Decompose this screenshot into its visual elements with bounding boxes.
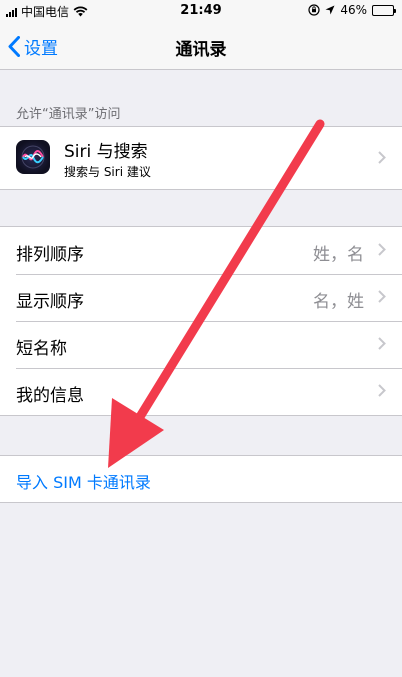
row-label: 短名称 <box>16 339 67 359</box>
location-arrow-icon <box>325 5 335 15</box>
import-sim-contacts-button[interactable]: 导入 SIM 卡通讯录 <box>16 469 151 493</box>
row-label: 我的信息 <box>16 386 84 406</box>
sort-order-row[interactable]: 排列顺序 姓，名 <box>0 227 402 274</box>
battery-percent: 46% <box>340 3 367 17</box>
settings-group: 排列顺序 姓，名 显示顺序 名，姓 短名称 我的信息 <box>0 226 402 416</box>
display-order-row[interactable]: 显示顺序 名，姓 <box>0 274 402 321</box>
navigation-bar: 设置 通讯录 <box>0 22 402 70</box>
page-title: 通讯录 <box>175 40 227 60</box>
short-name-row[interactable]: 短名称 <box>0 321 402 368</box>
section-header-access: 允许“通讯录”访问 <box>16 107 121 122</box>
row-label: 排列顺序 <box>16 245 84 265</box>
siri-search-row[interactable]: Siri 与搜索 搜索与 Siri 建议 <box>0 127 402 189</box>
row-value: 姓，名 <box>313 245 364 265</box>
row-value: 名，姓 <box>313 292 364 312</box>
siri-subtitle: 搜索与 Siri 建议 <box>64 165 151 179</box>
siri-icon <box>16 140 50 174</box>
status-right: 46% <box>308 3 396 17</box>
orientation-lock-icon <box>308 4 320 16</box>
row-label: 显示顺序 <box>16 292 84 312</box>
my-info-row[interactable]: 我的信息 <box>0 368 402 415</box>
chevron-right-icon <box>378 337 386 350</box>
chevron-right-icon <box>378 290 386 303</box>
access-group: Siri 与搜索 搜索与 Siri 建议 <box>0 126 402 190</box>
chevron-right-icon <box>378 243 386 256</box>
chevron-right-icon <box>378 384 386 397</box>
battery-icon <box>372 4 396 16</box>
siri-title: Siri 与搜索 <box>64 142 148 162</box>
status-bar: 中国电信 21:49 46% <box>0 0 402 22</box>
import-group: 导入 SIM 卡通讯录 <box>0 455 402 503</box>
chevron-right-icon <box>378 151 386 164</box>
